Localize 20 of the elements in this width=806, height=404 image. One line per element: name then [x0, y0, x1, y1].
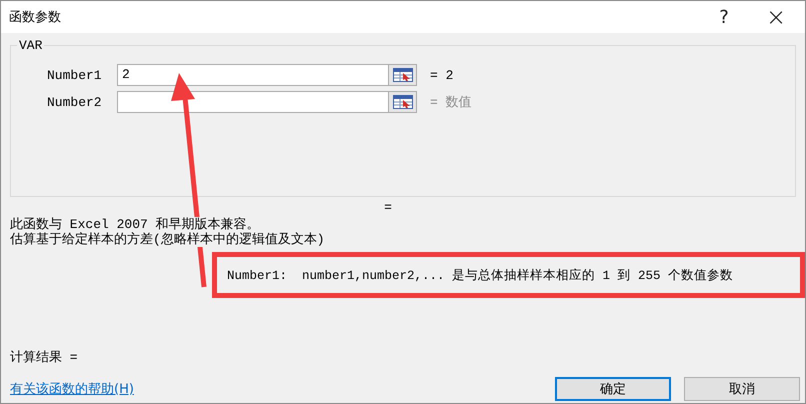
dialog-button[interactable]: 确定 — [555, 377, 671, 401]
argument-label: Number2 — [47, 94, 103, 110]
help-button[interactable]: ? — [701, 1, 747, 33]
help-link[interactable]: 有关该函数的帮助(H) — [10, 380, 134, 398]
function-description: 估算基于给定样本的方差(忽略样本中的逻辑值及文本) — [10, 232, 325, 247]
input-field[interactable] — [117, 91, 389, 113]
argument-help-text: Number1: number1,number2,... 是与总体抽样样本相应的 1 到 255 个数值参数 — [227, 268, 734, 284]
range-select-button[interactable] — [389, 64, 417, 86]
input-field[interactable]: 2 — [117, 64, 389, 86]
argument-result: = 数值 — [430, 94, 472, 111]
formula-result: = — [384, 200, 392, 214]
window-title: 函数参数 — [8, 9, 62, 26]
argument-result: = 2 — [430, 68, 454, 82]
range-select-icon — [392, 68, 412, 82]
close-button[interactable]: × — [747, 1, 805, 33]
argument-label: Number1 — [47, 68, 103, 82]
range-select-icon — [392, 95, 412, 109]
dialog-button[interactable]: 取消 — [684, 377, 800, 401]
range-select-button[interactable] — [389, 91, 417, 113]
calculation-result: 计算结果 = — [10, 349, 79, 366]
